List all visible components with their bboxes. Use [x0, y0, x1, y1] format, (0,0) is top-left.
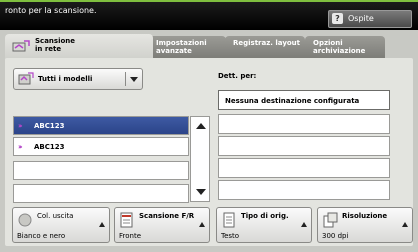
document-sides-icon	[120, 212, 133, 228]
tab-label: Impostazioni avanzate	[156, 39, 207, 55]
resolution-button[interactable]: Risoluzione 300 dpi	[317, 207, 413, 243]
template-item-label: ABC123	[34, 122, 65, 130]
chevron-up-icon	[402, 222, 408, 227]
output-color-button[interactable]: Col. uscita Bianco e nero	[12, 207, 110, 243]
destinations-header: Dett. per:	[218, 72, 257, 80]
resolution-icon	[323, 212, 338, 228]
template-icon	[18, 72, 34, 85]
destination-row-empty[interactable]	[218, 136, 390, 156]
scan-sides-button[interactable]: Scansione F/R Fronte	[114, 207, 210, 243]
template-item-empty[interactable]	[13, 184, 189, 203]
chevron-up-icon	[301, 222, 307, 227]
status-message: ronto per la scansione.	[5, 6, 97, 15]
template-arrow-icon: ›››	[18, 122, 22, 130]
tab-scansione-in-rete[interactable]: Scansione in rete	[5, 34, 153, 60]
button-value: Bianco e nero	[17, 232, 66, 240]
button-title: Scansione F/R	[139, 212, 195, 220]
destination-row-empty[interactable]	[218, 158, 390, 178]
template-arrow-icon: ›››	[18, 143, 22, 151]
button-value: 300 dpi	[322, 232, 349, 240]
tab-opzioni-archiviazione[interactable]: Opzioni archiviazione	[305, 36, 385, 58]
templates-dropdown[interactable]: Tutti i modelli	[13, 68, 143, 90]
chevron-up-icon	[99, 222, 105, 227]
color-circle-icon	[18, 213, 32, 227]
template-item[interactable]: ››› ABC123	[13, 137, 189, 156]
original-type-button[interactable]: Tipo di orig. Testo	[216, 207, 312, 243]
destination-row-empty[interactable]	[218, 114, 390, 134]
tab-registraz-layout[interactable]: Registraz. layout	[225, 36, 305, 58]
template-item-empty[interactable]	[13, 161, 189, 180]
destination-row-empty[interactable]	[218, 180, 390, 200]
button-title: Tipo di orig.	[241, 212, 289, 220]
template-list-scrollbar[interactable]	[190, 116, 210, 202]
tab-label: Scansione in rete	[35, 37, 76, 53]
network-scan-icon	[12, 40, 30, 52]
scroll-down-icon[interactable]	[196, 189, 206, 195]
chevron-down-icon	[130, 77, 138, 82]
button-value: Fronte	[119, 232, 142, 240]
button-value: Testo	[221, 232, 240, 240]
guest-label: Ospite	[348, 14, 374, 23]
button-title: Col. uscita	[37, 212, 74, 220]
tab-impostazioni-avanzate[interactable]: Impostazioni avanzate	[148, 36, 226, 58]
top-status-bar: ronto per la scansione. ? Ospite	[0, 0, 418, 30]
tab-label: Registraz. layout	[233, 39, 301, 47]
tab-label: Opzioni archiviazione	[313, 39, 366, 55]
scroll-up-icon[interactable]	[196, 123, 206, 129]
destination-label: Nessuna destinazione configurata	[225, 97, 360, 105]
document-text-icon	[223, 212, 235, 228]
dropdown-label: Tutti i modelli	[38, 75, 93, 83]
dropdown-separator	[125, 72, 126, 86]
template-item-label: ABC123	[34, 143, 65, 151]
destination-row[interactable]: Nessuna destinazione configurata	[218, 90, 390, 110]
template-item[interactable]: ››› ABC123	[13, 116, 189, 135]
help-icon: ?	[332, 13, 343, 24]
guest-button[interactable]: ? Ospite	[328, 10, 412, 28]
button-title: Risoluzione	[342, 212, 388, 220]
chevron-up-icon	[199, 222, 205, 227]
